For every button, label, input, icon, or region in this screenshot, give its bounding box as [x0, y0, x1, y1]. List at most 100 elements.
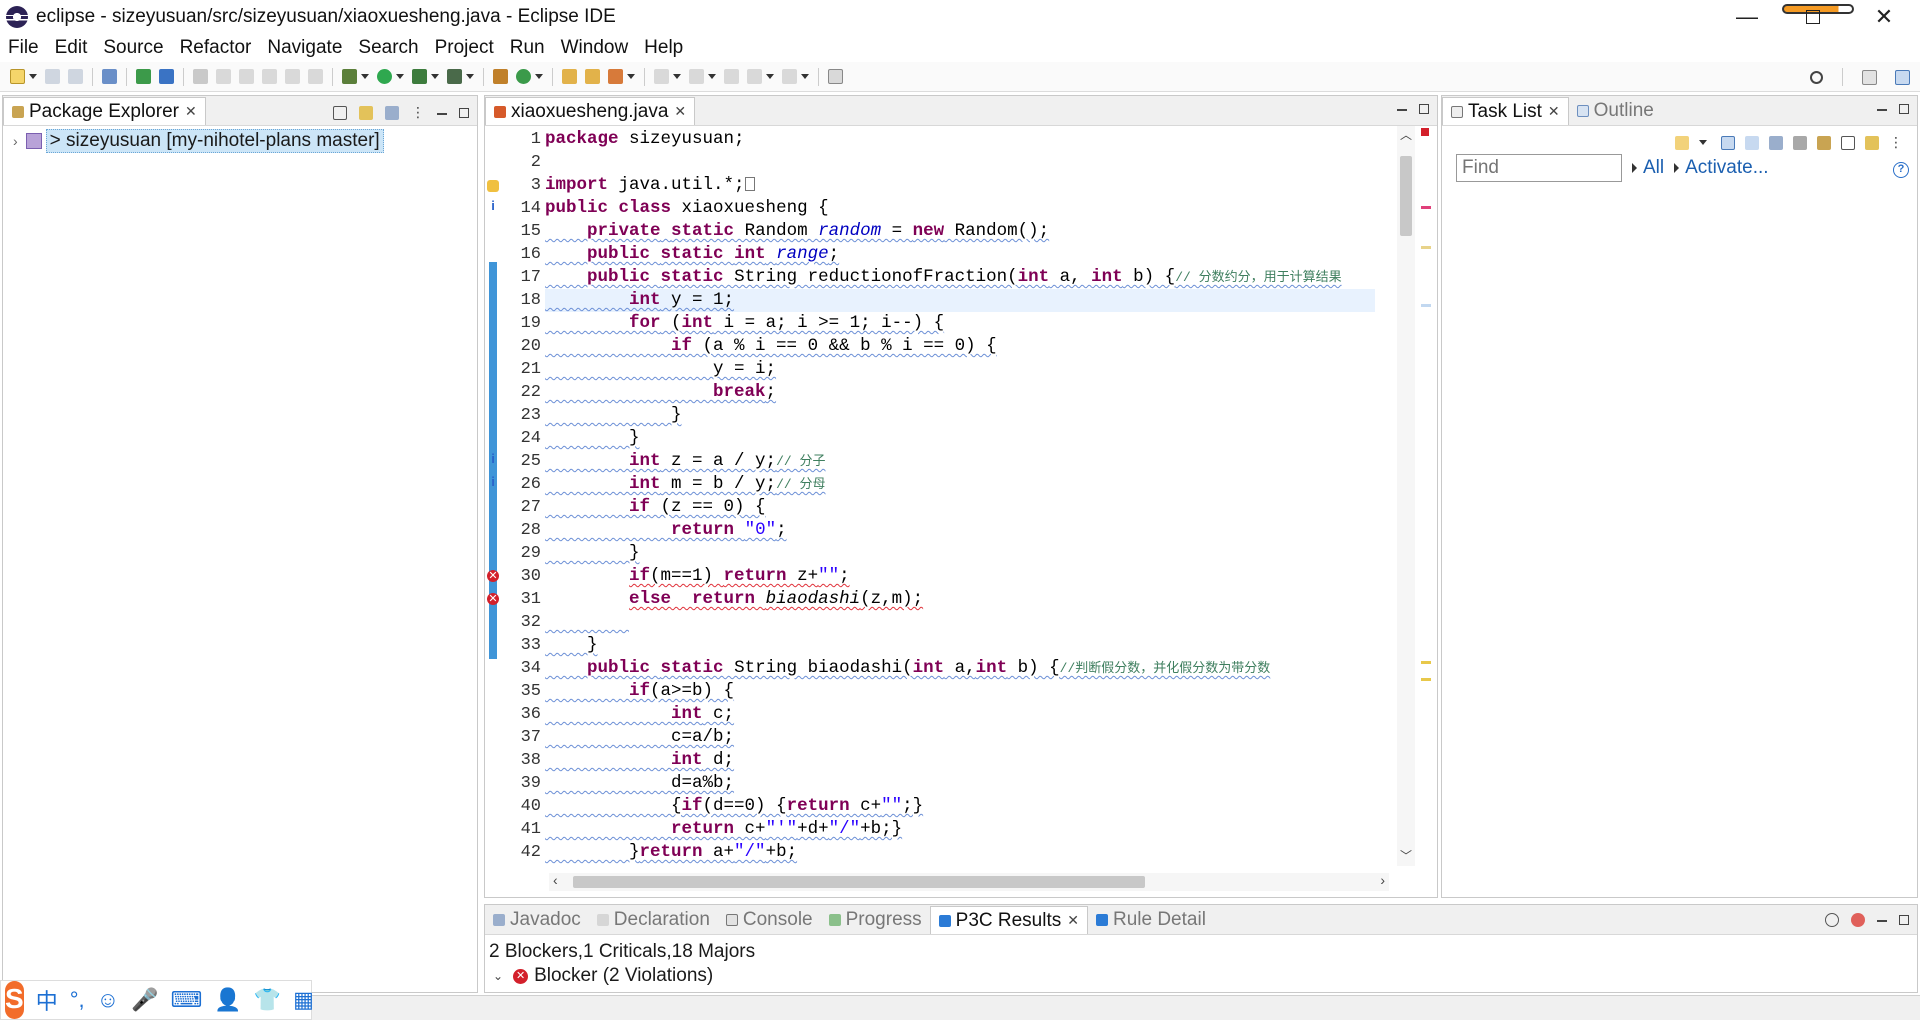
open-type-icon[interactable]	[562, 69, 577, 84]
ime-chinese-mode[interactable]: 中	[36, 984, 58, 1016]
tab-progress[interactable]: Progress	[821, 906, 930, 934]
coverage-icon[interactable]	[412, 69, 427, 84]
user-icon[interactable]: 👤	[214, 987, 241, 1013]
link-editor-icon[interactable]	[359, 105, 373, 120]
minimize-button[interactable]: —	[1718, 0, 1776, 34]
toolbox-icon[interactable]: ▦	[293, 987, 314, 1013]
run-icon[interactable]	[377, 69, 392, 84]
microphone-icon[interactable]: 🎤	[131, 987, 158, 1013]
maximize-editor-icon[interactable]	[1419, 104, 1429, 114]
all-link[interactable]: All	[1632, 157, 1664, 179]
ime-punctuation[interactable]: °,	[70, 987, 85, 1013]
menu-file[interactable]: File	[8, 37, 39, 59]
info-marker-icon[interactable]: i	[487, 452, 499, 465]
menu-window[interactable]: Window	[561, 37, 629, 59]
tree-item-project[interactable]: › > sizeyusuan [my-nihotel-plans master]	[13, 129, 384, 153]
overview-mark[interactable]	[1421, 206, 1431, 209]
tab-p3c-results[interactable]: P3C Results ✕	[929, 906, 1088, 934]
clear-icon[interactable]	[1825, 913, 1839, 927]
maximize-view-icon[interactable]	[1899, 104, 1909, 114]
hide-completed-icon[interactable]	[1793, 135, 1807, 150]
save-icon[interactable]	[45, 69, 60, 84]
tab-declaration[interactable]: Declaration	[589, 906, 718, 934]
tab-javadoc[interactable]: Javadoc	[485, 906, 589, 934]
external-tools-icon[interactable]	[447, 69, 462, 84]
back-icon[interactable]	[747, 69, 762, 84]
scroll-left-icon[interactable]: ‹	[553, 872, 558, 888]
pin-editor-icon[interactable]	[828, 69, 843, 84]
collapse-all-icon[interactable]	[1841, 135, 1855, 150]
menu-source[interactable]: Source	[103, 37, 163, 59]
search-icon[interactable]	[1810, 70, 1823, 84]
horizontal-scroll-thumb[interactable]	[573, 876, 1145, 888]
expand-icon[interactable]	[285, 69, 300, 84]
tip-icon[interactable]	[1851, 913, 1865, 927]
code-editor[interactable]: 1 2 3 14 15 16 17 18 19 20 21 22 23 24 25 26 27 28 29 30 31 3…	[485, 126, 1437, 866]
filter-icon[interactable]	[385, 105, 399, 120]
block-select-icon[interactable]	[239, 69, 254, 84]
vertical-scrollbar[interactable]: ︿ ﹀	[1397, 126, 1415, 866]
menu-search[interactable]: Search	[358, 37, 418, 59]
error-marker-icon[interactable]: ✕	[487, 593, 499, 605]
menu-navigate[interactable]: Navigate	[267, 37, 342, 59]
view-menu-icon[interactable]: ⋮	[1889, 134, 1903, 151]
tab-xiaoxuesheng-java[interactable]: xiaoxuesheng.java ✕	[485, 97, 696, 125]
vertical-scroll-thumb[interactable]	[1400, 156, 1412, 236]
emoji-icon[interactable]: ☺	[97, 987, 119, 1013]
violation-tree-item[interactable]: ⌄ ✕ Blocker (2 Violations)	[493, 965, 713, 987]
menu-project[interactable]: Project	[435, 37, 494, 59]
toggle-mark-icon[interactable]	[193, 69, 208, 84]
sync-icon[interactable]	[1817, 135, 1831, 150]
new-icon[interactable]	[10, 69, 25, 84]
format-icon[interactable]	[216, 69, 231, 84]
activate-link[interactable]: Activate...	[1674, 157, 1769, 179]
scroll-right-icon[interactable]: ›	[1380, 872, 1385, 888]
terminal-icon[interactable]	[136, 69, 151, 84]
tab-outline[interactable]: Outline	[1569, 97, 1662, 125]
link-editor-icon[interactable]	[1865, 135, 1879, 150]
collapse-icon[interactable]	[262, 69, 277, 84]
tab-package-explorer[interactable]: Package Explorer ✕	[3, 97, 206, 125]
overview-mark[interactable]	[1421, 304, 1431, 307]
error-overview-icon[interactable]	[1421, 128, 1429, 136]
open-resource-icon[interactable]	[585, 69, 600, 84]
maximize-button[interactable]	[1784, 0, 1842, 34]
maximize-view-icon[interactable]	[459, 107, 469, 118]
save-all-icon[interactable]	[68, 69, 83, 84]
categorized-icon[interactable]	[1721, 135, 1735, 150]
skip-breakpoints-icon[interactable]	[102, 69, 117, 84]
search-tool-icon[interactable]	[608, 69, 623, 84]
tab-console[interactable]: Console	[718, 906, 821, 934]
view-menu-icon[interactable]: ⋮	[411, 104, 425, 121]
scroll-down-icon[interactable]: ﹀	[1397, 847, 1415, 864]
chevron-right-icon[interactable]: ›	[13, 133, 18, 149]
tab-rule-detail[interactable]: Rule Detail	[1088, 906, 1214, 934]
sogou-logo[interactable]: S	[5, 981, 24, 1019]
menu-refactor[interactable]: Refactor	[180, 37, 252, 59]
help-icon[interactable]: ?	[1893, 162, 1909, 178]
find-input[interactable]	[1456, 154, 1622, 182]
prev-annotation-icon[interactable]	[689, 69, 704, 84]
last-edit-icon[interactable]	[724, 69, 739, 84]
error-marker-icon[interactable]: ✕	[487, 570, 499, 582]
next-annotation-icon[interactable]	[654, 69, 669, 84]
minimize-view-icon[interactable]	[437, 112, 447, 115]
tab-task-list[interactable]: Task List ✕	[1442, 97, 1569, 125]
overview-mark[interactable]	[1421, 678, 1431, 681]
menu-help[interactable]: Help	[644, 37, 683, 59]
menu-edit[interactable]: Edit	[55, 37, 88, 59]
minimize-view-icon[interactable]	[1877, 920, 1887, 922]
horizontal-scrollbar[interactable]: ‹ ›	[549, 872, 1389, 891]
close-tab-icon[interactable]: ✕	[1548, 103, 1560, 120]
overview-mark[interactable]	[1421, 246, 1431, 249]
scheduled-icon[interactable]	[1745, 135, 1759, 150]
info-marker-icon[interactable]: i	[487, 475, 499, 488]
new-task-icon[interactable]	[1675, 135, 1689, 150]
focus-icon[interactable]	[1769, 135, 1783, 150]
code-area[interactable]: package sizeyusuan; import java.util.*; …	[545, 126, 1375, 866]
menu-run[interactable]: Run	[510, 37, 545, 59]
close-tab-icon[interactable]: ✕	[674, 103, 686, 120]
close-tab-icon[interactable]: ✕	[185, 103, 197, 120]
chevron-down-icon[interactable]: ⌄	[493, 969, 503, 983]
maximize-view-icon[interactable]	[1899, 915, 1909, 925]
